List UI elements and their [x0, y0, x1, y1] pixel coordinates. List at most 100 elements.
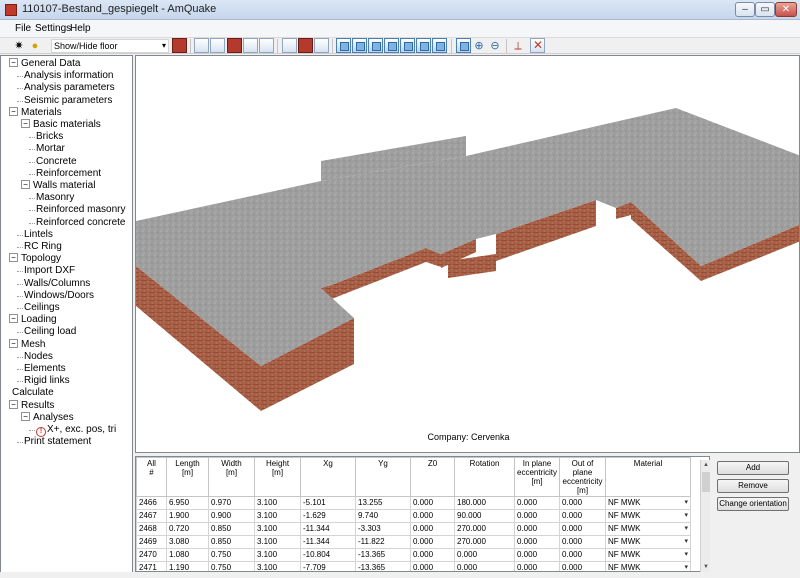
table-cell[interactable]: 0.000	[410, 522, 455, 536]
tree-item-ceilings[interactable]: Ceilings	[17, 302, 60, 314]
table-cell[interactable]: 90.000	[454, 509, 515, 523]
chevron-down-icon[interactable]: ▾	[685, 498, 689, 509]
column-header[interactable]: Out of plane eccentricity [m]	[559, 457, 607, 497]
change-orientation-button[interactable]: Change orientation	[717, 497, 789, 511]
table-cell[interactable]: -13.365	[355, 548, 411, 562]
collapse-icon[interactable]: −	[9, 58, 18, 67]
table-cell[interactable]: 0.000	[513, 509, 561, 523]
table-cell[interactable]: -13.365	[355, 561, 411, 571]
table-cell[interactable]: 0.000	[559, 548, 607, 562]
tree-item-calculate[interactable]: Calculate	[12, 387, 54, 399]
column-header[interactable]: Width [m]	[208, 457, 255, 497]
view-back-icon[interactable]	[352, 38, 367, 53]
collapse-icon[interactable]: −	[21, 411, 30, 421]
project-tree[interactable]: − General Data Analysis information Analysi…	[0, 55, 133, 578]
tree-item-analysis-parameters[interactable]: Analysis parameters	[17, 82, 115, 94]
view-bottom-icon[interactable]	[416, 38, 431, 53]
bug-icon[interactable]: ✷	[12, 39, 26, 53]
column-header[interactable]: All #	[136, 457, 167, 497]
tree-item-import-dxf[interactable]: Import DXF	[17, 265, 75, 277]
table-cell[interactable]: 0.000	[559, 496, 607, 510]
tree-item-walls-material[interactable]: − Walls material	[21, 180, 95, 192]
table-row[interactable]: 2469 3.080 0.850 3.100 -11.344 -11.822 0.000 27…	[136, 535, 692, 549]
tree-item-seismic-parameters[interactable]: Seismic parameters	[17, 95, 112, 107]
column-header[interactable]: Xg	[300, 457, 356, 497]
table-cell[interactable]: 0.850	[208, 522, 255, 536]
collapse-icon[interactable]: −	[9, 106, 18, 116]
collapse-icon[interactable]: −	[9, 399, 18, 409]
tree-item-mortar[interactable]: Mortar	[29, 143, 65, 155]
zoom-fit-icon[interactable]	[456, 38, 471, 53]
collapse-icon[interactable]: −	[9, 338, 18, 348]
chevron-down-icon[interactable]: ▾	[685, 537, 689, 548]
tree-item-masonry[interactable]: Masonry	[29, 192, 74, 204]
column-header[interactable]: In plane eccentricity [m]	[513, 457, 561, 497]
chevron-down-icon[interactable]: ▾	[685, 563, 689, 571]
table-cell[interactable]: 0.720	[166, 522, 209, 536]
table-cell[interactable]: 0.000	[410, 548, 455, 562]
tree-item-x-exc-pos-tri[interactable]: ! X+, exc. pos, tri	[29, 424, 116, 437]
view-front-icon[interactable]	[336, 38, 351, 53]
table-cell[interactable]: -1.629	[300, 509, 356, 523]
move-button[interactable]	[210, 38, 225, 53]
table-cell[interactable]: 1.190	[166, 561, 209, 571]
cross-icon[interactable]: ✕	[530, 38, 545, 53]
column-header[interactable]: Material	[605, 457, 692, 497]
tree-item-lintels[interactable]: Lintels	[17, 229, 53, 241]
table-cell[interactable]: 0.750	[208, 561, 255, 571]
table-cell[interactable]: 9.740	[355, 509, 411, 523]
table-row[interactable]: 2470 1.080 0.750 3.100 -10.804 -13.365 0.000 0.…	[136, 548, 692, 562]
tree-item-concrete[interactable]: Concrete	[29, 156, 77, 168]
tree-item-results[interactable]: − Results	[9, 399, 54, 412]
column-header[interactable]: Rotation	[454, 457, 515, 497]
table-cell[interactable]: 0.000	[454, 561, 515, 571]
tree-item-nodes[interactable]: Nodes	[17, 351, 53, 363]
wireframe-view-button[interactable]	[243, 38, 258, 53]
table-cell[interactable]: 3.100	[254, 522, 301, 536]
lightbulb-icon[interactable]: ●	[28, 39, 42, 53]
menu-settings[interactable]: Settings	[35, 23, 71, 34]
tree-item-windows-doors[interactable]: Windows/Doors	[17, 290, 94, 302]
column-header[interactable]: Length [m]	[166, 457, 209, 497]
row-id-cell[interactable]: 2468	[136, 522, 167, 536]
tree-item-basic-materials[interactable]: − Basic materials	[21, 119, 101, 131]
tree-item-rc-ring[interactable]: RC Ring	[17, 241, 62, 253]
table-cell[interactable]: 3.080	[166, 535, 209, 549]
menu-help[interactable]: Help	[70, 23, 91, 34]
table-scrollbar[interactable]: ▲ ▼	[700, 460, 710, 572]
table-cell[interactable]: NF MWK ▾	[605, 509, 692, 523]
table-row[interactable]: 2468 0.720 0.850 3.100 -11.344 -3.303 0.000 270…	[136, 522, 692, 536]
column-header[interactable]: Z0	[410, 457, 455, 497]
table-cell[interactable]: 3.100	[254, 509, 301, 523]
outline-view-button[interactable]	[259, 38, 274, 53]
table-cell[interactable]: 0.000	[559, 509, 607, 523]
table-cell[interactable]: 0.000	[410, 496, 455, 510]
view-iso-icon[interactable]	[432, 38, 447, 53]
row-id-cell[interactable]: 2471	[136, 561, 167, 571]
table-cell[interactable]: 3.100	[254, 561, 301, 571]
solid-view-button[interactable]	[227, 38, 242, 53]
select-area-button[interactable]	[194, 38, 209, 53]
collapse-icon[interactable]: −	[9, 314, 18, 324]
table-cell[interactable]: -11.344	[300, 535, 356, 549]
tree-item-reinforced-concrete[interactable]: Reinforced concrete	[29, 217, 126, 229]
tree-item-rigid-links[interactable]: Rigid links	[17, 375, 70, 387]
close-button[interactable]: ✕	[775, 2, 797, 17]
view-right-icon[interactable]	[384, 38, 399, 53]
table-cell[interactable]: -3.303	[355, 522, 411, 536]
tree-item-ceiling-load[interactable]: Ceiling load	[17, 326, 76, 338]
table-cell[interactable]: NF MWK ▾	[605, 548, 692, 562]
table-cell[interactable]: -5.101	[300, 496, 356, 510]
tree-item-mesh[interactable]: − Mesh	[9, 338, 45, 351]
axes-icon[interactable]: ⟂	[511, 39, 525, 53]
section-button[interactable]	[282, 38, 297, 53]
data-grid[interactable]: All # Length [m] Width [m] Height [m] Xg Yg Z0…	[136, 457, 692, 571]
table-row[interactable]: 2466 6.950 0.970 3.100 -5.101 13.255 0.000 180.…	[136, 496, 692, 510]
scroll-thumb[interactable]	[702, 472, 710, 492]
chevron-down-icon[interactable]: ▾	[685, 550, 689, 561]
table-cell[interactable]: 0.970	[208, 496, 255, 510]
collapse-icon[interactable]: −	[21, 180, 30, 189]
table-cell[interactable]: 0.000	[513, 548, 561, 562]
table-row[interactable]: 2471 1.190 0.750 3.100 -7.709 -13.365 0.000 0.0…	[136, 561, 692, 571]
table-cell[interactable]: 270.000	[454, 522, 515, 536]
